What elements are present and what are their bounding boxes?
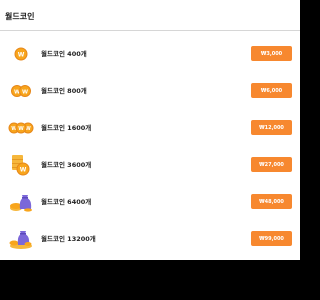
- buy-button[interactable]: ₩99,000: [251, 231, 292, 246]
- product-row: W W W 월드코인 1600개 ₩12,000: [0, 110, 300, 147]
- coin-stack-icon: W: [8, 154, 34, 176]
- header: 월드코인: [0, 0, 300, 31]
- page-title: 월드코인: [5, 12, 35, 21]
- product-row: 월드코인 13200개 ₩99,000: [0, 221, 300, 258]
- svg-text:W: W: [20, 167, 27, 174]
- product-row: W 월드코인 400개 ₩3,000: [0, 36, 300, 73]
- product-name: 월드코인 3600개: [41, 161, 92, 169]
- product-name: 월드코인 800개: [41, 87, 87, 95]
- shop-panel: 월드코인 W 월드코인 400개 ₩3,000 W W 월드코인 800개 ₩6…: [0, 0, 300, 260]
- buy-button[interactable]: ₩6,000: [251, 83, 292, 98]
- svg-text:W: W: [18, 126, 24, 132]
- buy-button[interactable]: ₩12,000: [251, 120, 292, 135]
- coin-pouch-icon: [8, 191, 34, 213]
- product-name: 월드코인 400개: [41, 50, 87, 58]
- buy-button[interactable]: ₩48,000: [251, 194, 292, 209]
- product-name: 월드코인 1600개: [41, 124, 92, 132]
- three-coins-icon: W W W: [8, 117, 34, 139]
- svg-text:W: W: [18, 52, 25, 59]
- coin-treasure-icon: [8, 228, 34, 250]
- single-coin-icon: W: [8, 43, 34, 65]
- buy-button[interactable]: ₩3,000: [251, 46, 292, 61]
- product-name: 월드코인 13200개: [41, 235, 96, 243]
- product-row: 월드코인 6400개 ₩48,000: [0, 184, 300, 221]
- product-name: 월드코인 6400개: [41, 198, 92, 206]
- two-coins-icon: W W: [8, 80, 34, 102]
- product-row: W W 월드코인 800개 ₩6,000: [0, 73, 300, 110]
- product-list: W 월드코인 400개 ₩3,000 W W 월드코인 800개 ₩6,000: [0, 36, 300, 258]
- buy-button[interactable]: ₩27,000: [251, 157, 292, 172]
- svg-text:W: W: [22, 89, 28, 95]
- product-row: W 월드코인 3600개 ₩27,000: [0, 147, 300, 184]
